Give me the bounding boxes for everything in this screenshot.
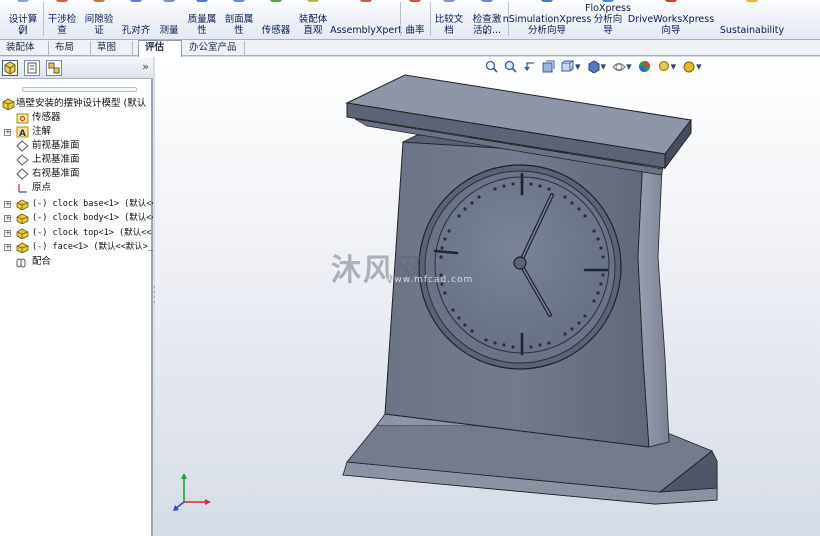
plane-icon [16,140,29,152]
graphics-area[interactable]: ▾ ▾ ▾ ▾ ▾ 沐风网 www.mfcad.com [155,57,820,536]
command-manager-tabs: 装配体 布局 草图 评估 办公室产品 [0,40,820,57]
clearance-verification-button[interactable]: 间隙验 证 [81,0,117,38]
design-study-icon [17,0,29,2]
sustainability-button[interactable]: Sustainability [715,0,789,38]
expand-icon[interactable]: + [4,244,11,251]
curvature-icon [409,0,421,2]
origin-icon [16,182,29,194]
watermark-url: www.mfcad.com [386,275,474,285]
section-properties-icon [233,0,245,2]
sustainability-icon [746,0,758,2]
sensor-folder-icon [16,112,29,124]
command-manager: 设计算 例 ▾ 干涉检 查 间隙验 证 孔对齐 测量 质量属 性 剖面属 性 传… [0,0,820,40]
assemblyxpert-icon [360,0,372,2]
mass-properties-icon [196,0,208,2]
expand-panel-icon[interactable]: » [142,60,149,73]
measure-icon [163,0,175,2]
tree-item-origin[interactable]: 原点 [0,181,153,195]
tree-item-root-assembly[interactable]: 墙壁安装的摆钟设计模型 (默认 [0,97,153,111]
check-icon [481,0,493,2]
tree-item-clock-body[interactable]: + (-) clock body<1> (默认<< [0,211,153,225]
assemblyxpert-button[interactable]: AssemblyXpert [330,0,402,38]
interference-icon [56,0,68,2]
assembly-visualization-icon [307,0,319,2]
simulationxpress-icon [541,0,553,2]
hole-alignment-button[interactable]: 孔对齐 [118,0,154,38]
tab-office-products[interactable]: 办公室产品 [183,41,245,56]
tree-item-clock-top[interactable]: + (-) clock top<1> (默认<< [0,226,153,240]
property-manager-icon [27,62,37,74]
assembly-icon [2,98,15,111]
mass-properties-button[interactable]: 质量属 性 [184,0,220,38]
section-properties-button[interactable]: 剖面属 性 [221,0,257,38]
expand-icon[interactable]: + [4,129,11,136]
tree-item-mates[interactable]: 配合 [0,255,153,269]
panel-tabs: » [0,57,153,79]
tab-layout[interactable]: 布局 [49,41,91,56]
annotation-icon: A [16,126,29,139]
feature-manager-icon [4,61,16,75]
plane-icon [16,154,29,166]
assembly-visualization-button[interactable]: 装配体 直观 [295,0,331,38]
chevron-down-icon[interactable]: ▾ [484,29,488,37]
tab-assembly[interactable]: 装配体 [0,41,49,56]
tree-item-right-plane[interactable]: 右视基准面 [0,167,153,181]
part-icon [16,241,29,254]
tree-item-top-plane[interactable]: 上视基准面 [0,153,153,167]
feature-manager-tab[interactable] [2,60,18,76]
feature-manager-panel: » 墙壁安装的摆钟设计模型 (默认 传感器 + A 注解 前视基准面 上视基准面… [0,57,153,536]
driveworksxpress-icon [665,0,677,2]
tree-item-front-plane[interactable]: 前视基准面 [0,139,153,153]
tree-item-face[interactable]: + (-) face<1> (默认<<默认>_ [0,240,153,254]
tree-filter[interactable] [22,87,137,92]
plane-icon [16,168,29,180]
tab-sketch[interactable]: 草图 [91,41,133,56]
sensor-button[interactable]: 传感器 [258,0,294,38]
driveworksxpress-button[interactable]: DriveWorksXpress 向导 [628,0,714,38]
expand-icon[interactable]: + [4,201,11,208]
clock-model[interactable] [155,57,820,536]
part-icon [16,198,29,211]
simulationxpress-button[interactable]: nSimulationXpress 分析向导 [503,0,591,38]
svg-text:A: A [19,129,26,138]
configuration-manager-tab[interactable] [46,60,62,76]
curvature-button[interactable]: 曲率 [401,0,429,38]
tree-item-annotations[interactable]: + A 注解 [0,125,153,139]
axis-triad-icon [173,473,211,511]
mates-icon [16,256,29,268]
clearance-icon [93,0,105,2]
sensor-icon [270,0,282,2]
floxpress-icon [602,0,614,2]
interference-check-button[interactable]: 干涉检 查 [44,0,80,38]
floxpress-button[interactable]: FloXpress 分析向 导 [585,0,631,38]
tab-evaluate[interactable]: 评估 [138,40,182,57]
configuration-manager-icon [48,62,60,74]
chevron-down-icon[interactable]: ▾ [19,29,23,37]
compare-documents-button[interactable]: 比较文 档 [431,0,467,38]
part-icon [16,212,29,225]
tree-item-sensors[interactable]: 传感器 [0,111,153,125]
expand-icon[interactable]: + [4,230,11,237]
measure-button[interactable]: 测量 [155,0,183,38]
hole-alignment-icon [130,0,142,2]
property-manager-tab[interactable] [24,60,40,76]
compare-documents-icon [443,0,455,2]
part-icon [16,227,29,240]
tree-item-clock-base[interactable]: + (-) clock base<1> (默认<< [0,197,153,211]
expand-icon[interactable]: + [4,215,11,222]
design-study-button[interactable]: 设计算 例 [4,0,42,38]
